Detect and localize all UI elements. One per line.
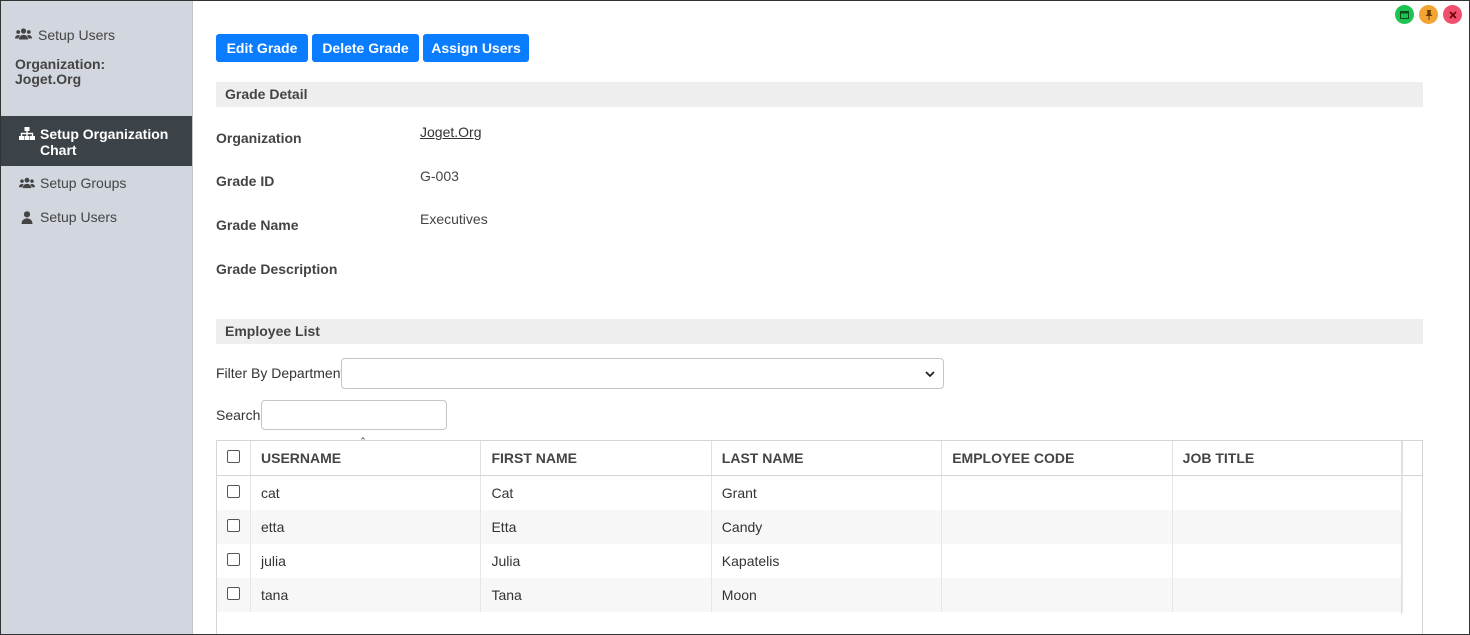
cell-first-name: Etta [480,510,712,544]
grade-description-label: Grade Description [216,261,338,277]
column-header-employee-code[interactable]: EMPLOYEE CODE [941,441,1173,476]
cell-first-name: Tana [480,578,712,612]
row-checkbox[interactable] [227,553,240,566]
row-checkbox[interactable] [227,485,240,498]
delete-grade-button[interactable]: Delete Grade [312,34,419,62]
app-window: Setup Users Organization: Joget.Org Setu… [0,0,1470,635]
filter-by-department-label: Filter By Department [216,365,345,381]
organization-label: Organization [216,130,302,146]
grade-id-label: Grade ID [216,173,275,189]
minimize-icon[interactable] [1395,5,1414,24]
sitemap-icon [19,126,35,142]
column-header-job-title[interactable]: JOB TITLE [1172,441,1404,476]
assign-users-button[interactable]: Assign Users [423,34,529,62]
cell-username: cat [250,475,482,510]
sidebar-item-setup-users[interactable]: Setup Users [1,209,192,225]
table-row[interactable]: tana Tana Moon [217,578,1404,612]
row-checkbox[interactable] [227,519,240,532]
column-label: LAST NAME [721,450,804,466]
cell-last-name: Kapatelis [711,544,943,578]
cell-first-name: Cat [480,475,712,510]
row-select-cell [217,475,251,510]
row-select-cell [217,510,251,544]
cell-job-title [1172,578,1404,612]
close-icon[interactable] [1443,5,1462,24]
column-label: FIRST NAME [491,450,578,466]
cell-employee-code [941,578,1173,612]
cell-employee-code [941,544,1173,578]
department-filter-select[interactable] [341,358,944,389]
sort-caret-icon: ˆ [361,437,365,449]
select-all-cell [217,441,251,476]
column-header-first-name[interactable]: FIRST NAME [480,441,712,476]
grade-id-value: G-003 [420,168,459,184]
employee-list-heading: Employee List [216,319,1423,344]
sidebar: Setup Users Organization: Joget.Org Setu… [1,1,193,634]
chevron-down-icon [925,367,935,381]
org-label: Organization: [15,56,106,72]
users-icon [15,27,32,43]
cell-last-name: Grant [711,475,943,510]
cell-job-title [1172,475,1404,510]
column-label: EMPLOYEE CODE [952,450,1075,466]
organization-link[interactable]: Joget.Org [420,124,481,140]
sidebar-item-label: Setup Groups [40,175,127,191]
user-icon [19,209,35,225]
sidebar-item-label: Setup Users [40,209,118,225]
organization-value: Joget.Org [420,124,481,140]
column-label: USERNAME [261,450,342,466]
cell-employee-code [941,475,1173,510]
table-row[interactable]: julia Julia Kapatelis [217,544,1404,578]
org-name: Joget.Org [15,71,82,87]
pin-icon[interactable] [1419,5,1438,24]
cell-username: julia [250,544,482,578]
cell-employee-code [941,510,1173,544]
table-row[interactable]: cat Cat Grant [217,475,1404,510]
sidebar-header: Setup Users [15,27,115,43]
search-input[interactable] [261,400,447,430]
sidebar-header-label: Setup Users [38,27,116,43]
table-row[interactable]: etta Etta Candy [217,510,1404,544]
grade-name-label: Grade Name [216,217,299,233]
cell-username: tana [250,578,482,612]
table-scrollbar-gutter [1401,441,1422,615]
cell-username: etta [250,510,482,544]
sidebar-item-setup-organization-chart[interactable]: Setup Organization Chart [1,116,192,166]
select-all-checkbox[interactable] [227,450,240,463]
edit-grade-button[interactable]: Edit Grade [216,34,308,62]
cell-last-name: Candy [711,510,943,544]
row-select-cell [217,544,251,578]
column-header-username[interactable]: ˆ USERNAME [250,437,482,476]
employee-table: ˆ USERNAME FIRST NAME LAST NAME EMPLOYEE… [216,437,1423,634]
search-label: Search [216,407,261,423]
grade-detail-heading: Grade Detail [216,82,1423,107]
column-label: JOB TITLE [1182,450,1255,466]
sidebar-item-label: Setup Organization Chart [40,126,169,158]
sidebar-organization: Organization: Joget.Org [15,57,105,87]
cell-job-title [1172,510,1404,544]
table-header-row: ˆ USERNAME FIRST NAME LAST NAME EMPLOYEE… [217,437,1404,476]
cell-first-name: Julia [480,544,712,578]
column-header-last-name[interactable]: LAST NAME [711,441,943,476]
sidebar-item-setup-groups[interactable]: Setup Groups [1,175,192,191]
row-select-cell [217,578,251,612]
cell-last-name: Moon [711,578,943,612]
grade-name-value: Executives [420,211,488,227]
users-icon [19,175,35,191]
row-checkbox[interactable] [227,587,240,600]
cell-job-title [1172,544,1404,578]
